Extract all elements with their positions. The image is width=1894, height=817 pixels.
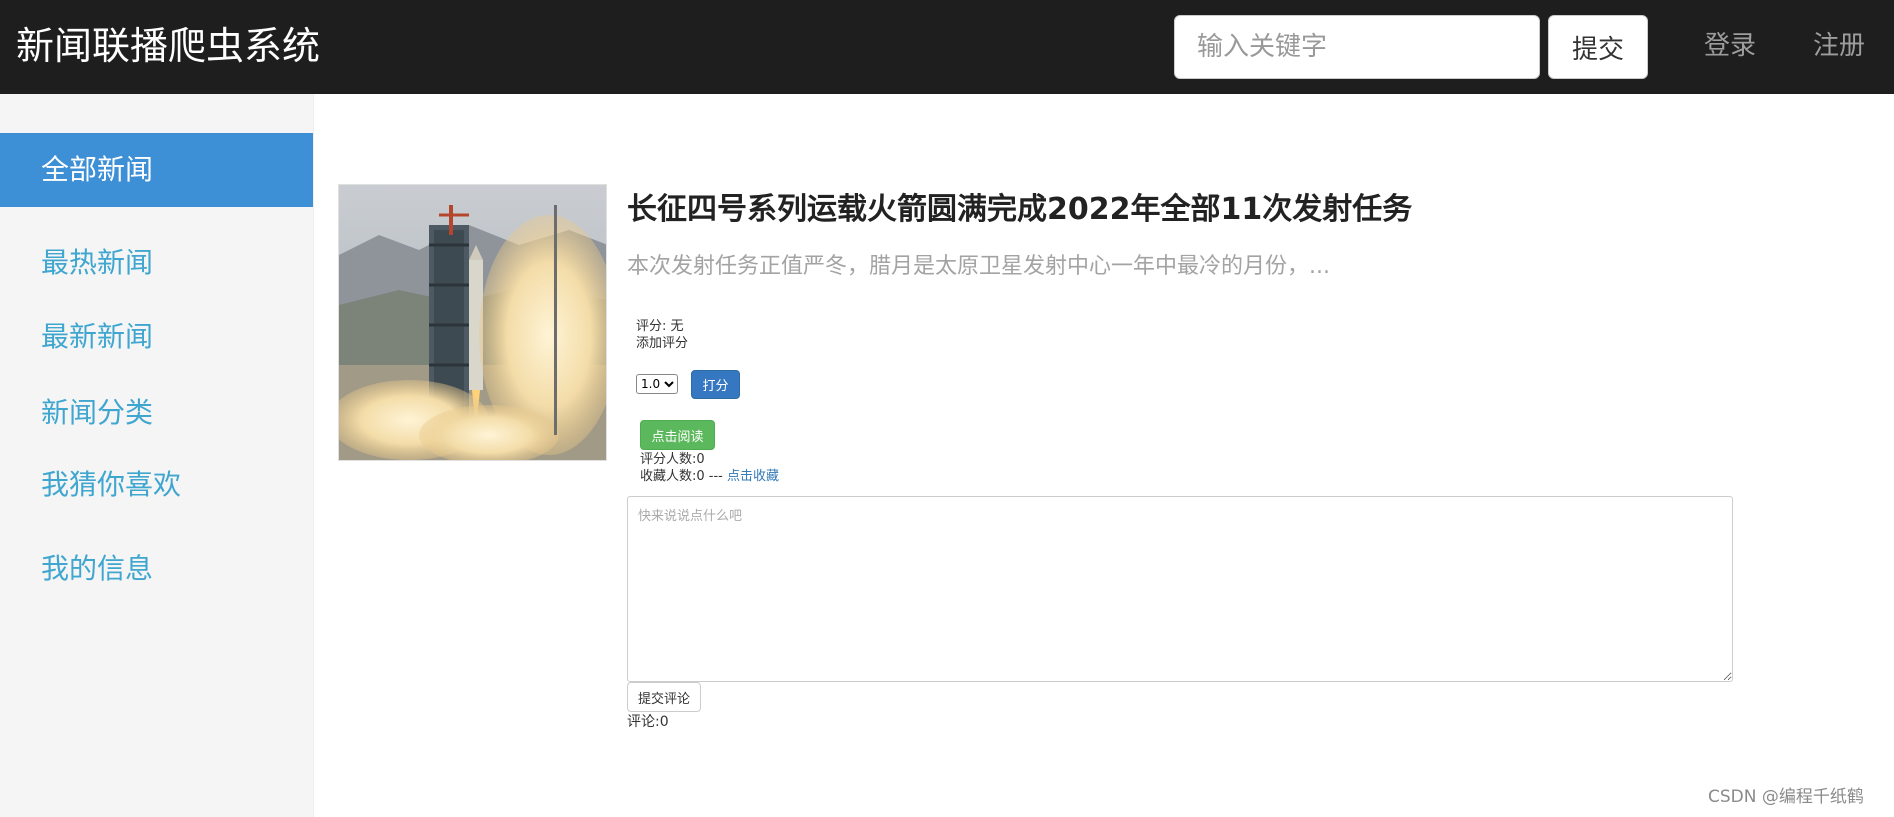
comment-count: 评论:0 [627,714,669,730]
search-input[interactable] [1174,15,1540,79]
raters-count: 评分人数:0 [640,452,705,467]
sidebar-item-recommend[interactable]: 我猜你喜欢 [0,465,313,505]
sidebar-item-my-info[interactable]: 我的信息 [0,549,313,589]
sidebar: 全部新闻 最热新闻 最新新闻 新闻分类 我猜你喜欢 我的信息 [0,94,314,817]
news-title[interactable]: 长征四号系列运载火箭圆满完成2022年全部11次发射任务 [627,190,1412,230]
watermark: CSDN @编程千纸鹤 [1708,787,1864,807]
top-navbar: 新闻联播爬虫系统 提交 登录 注册 [0,0,1894,94]
sidebar-item-latest-news[interactable]: 最新新闻 [0,317,313,357]
score-text: 评分: 无 [636,319,684,334]
news-summary: 本次发射任务正值严冬，腊月是太原卫星发射中心一年中最冷的月份，... [627,254,1330,279]
register-link[interactable]: 注册 [1813,26,1865,66]
sidebar-item-all-news[interactable]: 全部新闻 [0,133,313,207]
search-submit-button[interactable]: 提交 [1548,15,1648,79]
news-thumbnail-image[interactable] [338,184,607,461]
site-brand[interactable]: 新闻联播爬虫系统 [16,22,320,70]
comment-textarea[interactable] [627,496,1733,682]
favorites-count: 收藏人数:0 --- [640,469,727,484]
sidebar-item-news-category[interactable]: 新闻分类 [0,393,313,433]
read-button[interactable]: 点击阅读 [640,420,715,450]
favorites-row: 收藏人数:0 --- 点击收藏 [640,468,779,485]
score-select[interactable]: 1.0 [636,374,678,394]
submit-comment-button[interactable]: 提交评论 [627,682,701,712]
sidebar-item-hot-news[interactable]: 最热新闻 [0,243,313,283]
favorite-link[interactable]: 点击收藏 [727,469,779,484]
login-link[interactable]: 登录 [1704,26,1756,66]
rocket-launch-illustration [339,185,606,460]
add-score-label: 添加评分 [636,336,689,351]
rate-button[interactable]: 打分 [691,370,740,399]
